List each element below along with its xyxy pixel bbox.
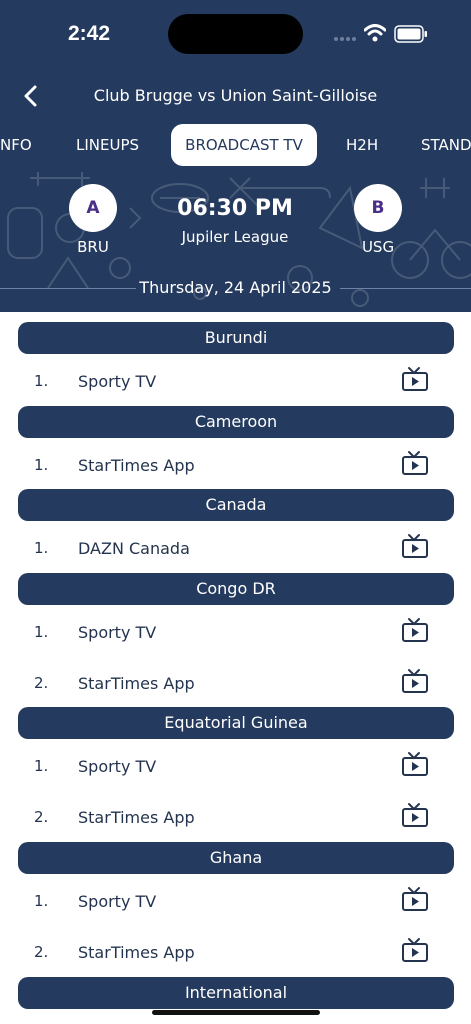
home-team-code: BRU bbox=[77, 238, 109, 256]
tab-info[interactable]: NFO bbox=[0, 124, 32, 166]
channel-rank: 1. bbox=[34, 539, 49, 557]
list-item[interactable]: 1. Sporty TV bbox=[0, 887, 471, 932]
channel-rank: 1. bbox=[34, 892, 49, 910]
tv-play-icon[interactable] bbox=[400, 937, 430, 963]
chevron-left-icon bbox=[24, 85, 37, 107]
channel-rank: 2. bbox=[34, 808, 49, 826]
list-item[interactable]: 1. Sporty TV bbox=[0, 618, 471, 663]
channel-name: Sporty TV bbox=[78, 892, 157, 911]
home-indicator bbox=[152, 1010, 320, 1015]
tv-play-icon[interactable] bbox=[400, 886, 430, 912]
tab-standings[interactable]: STAND bbox=[421, 124, 471, 166]
channel-rank: 2. bbox=[34, 943, 49, 961]
status-time: 2:42 bbox=[68, 22, 111, 45]
tv-play-icon[interactable] bbox=[400, 617, 430, 643]
channel-rank: 1. bbox=[34, 372, 49, 390]
country-header-cameroon: Cameroon bbox=[18, 406, 454, 438]
dynamic-island bbox=[168, 14, 303, 54]
tv-play-icon[interactable] bbox=[400, 533, 430, 559]
cellular-signal-icon bbox=[334, 37, 358, 41]
channel-name: StarTimes App bbox=[78, 808, 195, 827]
tv-play-icon[interactable] bbox=[400, 450, 430, 476]
country-header-burundi: Burundi bbox=[18, 322, 454, 354]
country-header-ghana: Ghana bbox=[18, 842, 454, 874]
wifi-icon bbox=[364, 24, 386, 42]
channel-name: StarTimes App bbox=[78, 456, 195, 475]
status-bar: 2:42 bbox=[0, 0, 471, 60]
match-date: Thursday, 24 April 2025 bbox=[139, 278, 332, 297]
match-header: 2:42 Club Brugge vs Union Saint-Gilloise bbox=[0, 0, 471, 312]
tv-play-icon[interactable] bbox=[400, 751, 430, 777]
kickoff-time: 06:30 PM bbox=[177, 196, 293, 221]
channel-rank: 2. bbox=[34, 674, 49, 692]
channel-name: DAZN Canada bbox=[78, 539, 190, 558]
home-team-logo[interactable]: A bbox=[69, 184, 117, 232]
country-header-canada: Canada bbox=[18, 489, 454, 521]
battery-icon bbox=[394, 25, 427, 43]
tab-bar: NFO LINEUPS BROADCAST TV H2H STAND bbox=[0, 124, 471, 166]
away-team-logo[interactable]: B bbox=[354, 184, 402, 232]
country-header-international: International bbox=[18, 977, 454, 1009]
channel-rank: 1. bbox=[34, 623, 49, 641]
tv-play-icon[interactable] bbox=[400, 366, 430, 392]
tv-play-icon[interactable] bbox=[400, 668, 430, 694]
channel-name: StarTimes App bbox=[78, 674, 195, 693]
tab-lineups[interactable]: LINEUPS bbox=[76, 124, 139, 166]
league-name: Jupiler League bbox=[181, 228, 289, 246]
channel-rank: 1. bbox=[34, 757, 49, 775]
page-title: Club Brugge vs Union Saint-Gilloise bbox=[93, 86, 378, 105]
away-team-code: USG bbox=[361, 238, 395, 256]
country-header-congo-dr: Congo DR bbox=[18, 573, 454, 605]
channel-rank: 1. bbox=[34, 456, 49, 474]
channel-name: Sporty TV bbox=[78, 757, 157, 776]
channel-name: Sporty TV bbox=[78, 372, 157, 391]
list-item[interactable]: 1. Sporty TV bbox=[0, 752, 471, 797]
channel-name: Sporty TV bbox=[78, 623, 157, 642]
country-header-equatorial-guinea: Equatorial Guinea bbox=[18, 707, 454, 739]
channel-name: StarTimes App bbox=[78, 943, 195, 962]
tv-play-icon[interactable] bbox=[400, 802, 430, 828]
nav-bar: Club Brugge vs Union Saint-Gilloise bbox=[0, 76, 471, 116]
tab-broadcast-tv[interactable]: BROADCAST TV bbox=[171, 124, 317, 166]
back-button[interactable] bbox=[16, 80, 48, 112]
tab-h2h[interactable]: H2H bbox=[346, 124, 378, 166]
